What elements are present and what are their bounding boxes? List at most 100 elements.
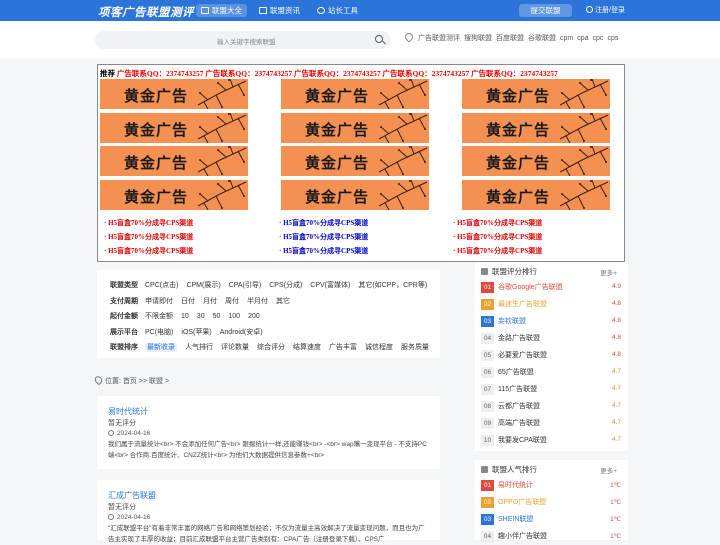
ranking-item[interactable]: 06 65广告联盟 4.7: [481, 367, 622, 380]
ranking-item[interactable]: 07 115广告联盟 4.7: [481, 384, 622, 397]
ranking-item[interactable]: 03 SHEIN联盟 1℃: [481, 514, 622, 527]
gold-ad-banner[interactable]: 黄金广告: [281, 113, 429, 143]
rank-name[interactable]: 高端广告联盟: [498, 420, 540, 427]
filter-option[interactable]: 周付: [225, 298, 239, 305]
ranking-item[interactable]: 02 OPPO广告联盟 1℃: [481, 497, 622, 510]
h5-ad-link[interactable]: · H5盲盒70%分成寻CPS渠道: [279, 218, 368, 228]
rank-name[interactable]: 必要爱广告联盟: [498, 352, 547, 359]
more-link[interactable]: 更多+: [600, 267, 617, 277]
filter-option[interactable]: 申请即付: [145, 298, 173, 305]
ranking-item[interactable]: 09 高端广告联盟 4.7: [481, 418, 622, 431]
filter-option[interactable]: PC(电脑): [145, 329, 173, 336]
filter-option[interactable]: 不限金额: [145, 313, 173, 320]
ad-contact[interactable]: 广告联系QQ：2374743257: [294, 69, 381, 78]
hot-term[interactable]: 谷歌联盟: [528, 35, 556, 42]
submit-union-button[interactable]: 提交联盟: [519, 4, 572, 17]
filter-option[interactable]: iOS(苹果): [181, 329, 211, 336]
filter-option[interactable]: 广告丰富: [329, 344, 357, 351]
rank-name[interactable]: 金路广告联盟: [498, 335, 540, 342]
search-icon[interactable]: [375, 35, 383, 43]
rank-name[interactable]: OPPO广告联盟: [498, 499, 546, 506]
site-logo[interactable]: 项客广告联盟测评: [98, 4, 194, 20]
breadcrumb-current[interactable]: 联盟: [149, 378, 163, 385]
gold-ad-banner[interactable]: 黄金广告: [281, 146, 429, 176]
filter-option[interactable]: CPS(分成): [269, 282, 302, 289]
rank-name[interactable]: 65广告联盟: [498, 369, 534, 376]
ranking-item[interactable]: 08 云都广告联盟 4.7: [481, 401, 622, 414]
filter-option[interactable]: 服务质量: [401, 344, 429, 351]
h5-ad-link[interactable]: · H5盲盒70%分成寻CPS渠道: [453, 246, 542, 256]
h5-ad-link[interactable]: · H5盲盒70%分成寻CPS渠道: [279, 246, 368, 256]
filter-option[interactable]: CPA(引导): [229, 282, 262, 289]
h5-ad-link[interactable]: · H5盲盒70%分成寻CPS渠道: [104, 246, 193, 256]
rank-name[interactable]: SHEIN联盟: [498, 516, 533, 523]
union-card[interactable]: 汇成广告联盟 暂无评分 2024-04-16 "汇成联盟平台"有着非常丰富的网络…: [97, 480, 440, 543]
login-register-link[interactable]: 注册/登录: [586, 4, 625, 17]
h5-ad-link[interactable]: · H5盲盒70%分成寻CPS渠道: [279, 232, 368, 242]
gold-ad-banner[interactable]: 黄金广告: [462, 180, 610, 210]
ranking-item[interactable]: 10 我要发CPA联盟 4.7: [481, 435, 622, 448]
more-link[interactable]: 更多+: [600, 465, 617, 475]
rank-name[interactable]: 谷歌Google广告联盟: [498, 284, 563, 291]
gold-ad-banner[interactable]: 黄金广告: [281, 79, 429, 109]
filter-option[interactable]: 半月付: [247, 298, 268, 305]
filter-option[interactable]: 评论数量: [221, 344, 249, 351]
nav-webmaster-tools[interactable]: 站长工具: [312, 4, 363, 17]
rank-name[interactable]: 趣小伴广告联盟: [498, 533, 547, 540]
ranking-item[interactable]: 03 妄钦联盟 4.8: [481, 316, 622, 329]
filter-option[interactable]: 月付: [203, 298, 217, 305]
gold-ad-banner[interactable]: 黄金广告: [100, 79, 248, 109]
filter-option[interactable]: 综合评分: [257, 344, 285, 351]
gold-ad-banner[interactable]: 黄金广告: [462, 113, 610, 143]
ad-contact[interactable]: 广告联系QQ：2374743257: [471, 69, 558, 78]
ad-contact[interactable]: 广告联系QQ：2374743257: [205, 69, 292, 78]
filter-option[interactable]: 其它(如CPP，CPR等): [358, 282, 427, 289]
filter-option[interactable]: 最新收录: [145, 343, 177, 352]
union-title[interactable]: 汇成广告联盟: [108, 490, 156, 501]
ad-contact[interactable]: 广告联系QQ：2374743257: [383, 69, 470, 78]
union-title[interactable]: 易时代统计: [108, 406, 148, 417]
breadcrumb-home[interactable]: 首页: [123, 378, 137, 385]
filter-option[interactable]: 50: [213, 313, 221, 320]
filter-option[interactable]: CPM(展示): [186, 282, 220, 289]
ranking-item[interactable]: 02 最迷生广告联盟 4.8: [481, 299, 622, 312]
filter-option[interactable]: 人气排行: [185, 344, 213, 351]
filter-option[interactable]: 诚信程度: [365, 344, 393, 351]
gold-ad-banner[interactable]: 黄金广告: [100, 113, 248, 143]
rank-name[interactable]: 云都广告联盟: [498, 403, 540, 410]
gold-ad-banner[interactable]: 黄金广告: [462, 146, 610, 176]
hot-term[interactable]: cps: [607, 35, 618, 42]
ranking-item[interactable]: 01 谷歌Google广告联盟 4.9: [481, 282, 622, 295]
h5-ad-link[interactable]: · H5盲盒70%分成寻CPS渠道: [104, 218, 193, 228]
search-input[interactable]: 输入关键字搜索联盟: [95, 31, 391, 49]
hot-term[interactable]: 广告联盟测评: [418, 35, 460, 42]
rank-name[interactable]: 最迷生广告联盟: [498, 301, 547, 308]
ranking-item[interactable]: 04 趣小伴广告联盟 1℃: [481, 531, 622, 544]
rank-name[interactable]: 115广告联盟: [498, 386, 537, 393]
ad-contact[interactable]: 广告联系QQ：2374743257: [117, 69, 204, 78]
nav-union-news[interactable]: 联盟资讯: [254, 4, 305, 17]
gold-ad-banner[interactable]: 黄金广告: [100, 180, 248, 210]
h5-ad-link[interactable]: · H5盲盒70%分成寻CPS渠道: [453, 218, 542, 228]
hot-term[interactable]: cpa: [577, 35, 588, 42]
hot-term[interactable]: cpm: [560, 35, 573, 42]
hot-term[interactable]: cpc: [593, 35, 604, 42]
filter-option[interactable]: 10: [181, 313, 189, 320]
h5-ad-link[interactable]: · H5盲盒70%分成寻CPS渠道: [104, 232, 193, 242]
rank-name[interactable]: 我要发CPA联盟: [498, 437, 547, 444]
gold-ad-banner[interactable]: 黄金广告: [100, 146, 248, 176]
filter-option[interactable]: 日付: [181, 298, 195, 305]
nav-union-directory[interactable]: 联盟大全: [196, 4, 247, 17]
hot-term[interactable]: 百度联盟: [496, 35, 524, 42]
filter-option[interactable]: 200: [248, 313, 260, 320]
filter-option[interactable]: 其它: [276, 298, 290, 305]
rank-name[interactable]: 易时代统计: [498, 482, 533, 489]
hot-term[interactable]: 搜狗联盟: [464, 35, 492, 42]
filter-option[interactable]: CPV(富媒体): [310, 282, 350, 289]
ranking-item[interactable]: 04 金路广告联盟 4.8: [481, 333, 622, 346]
rank-name[interactable]: 妄钦联盟: [498, 318, 526, 325]
filter-option[interactable]: CPC(点击): [145, 282, 178, 289]
union-card[interactable]: 易时代统计 暂无评分 2024-04-16 我们属于流量统计<br> 不会添加任…: [97, 396, 440, 469]
ranking-item[interactable]: 05 必要爱广告联盟 4.8: [481, 350, 622, 363]
filter-option[interactable]: 100: [228, 313, 240, 320]
